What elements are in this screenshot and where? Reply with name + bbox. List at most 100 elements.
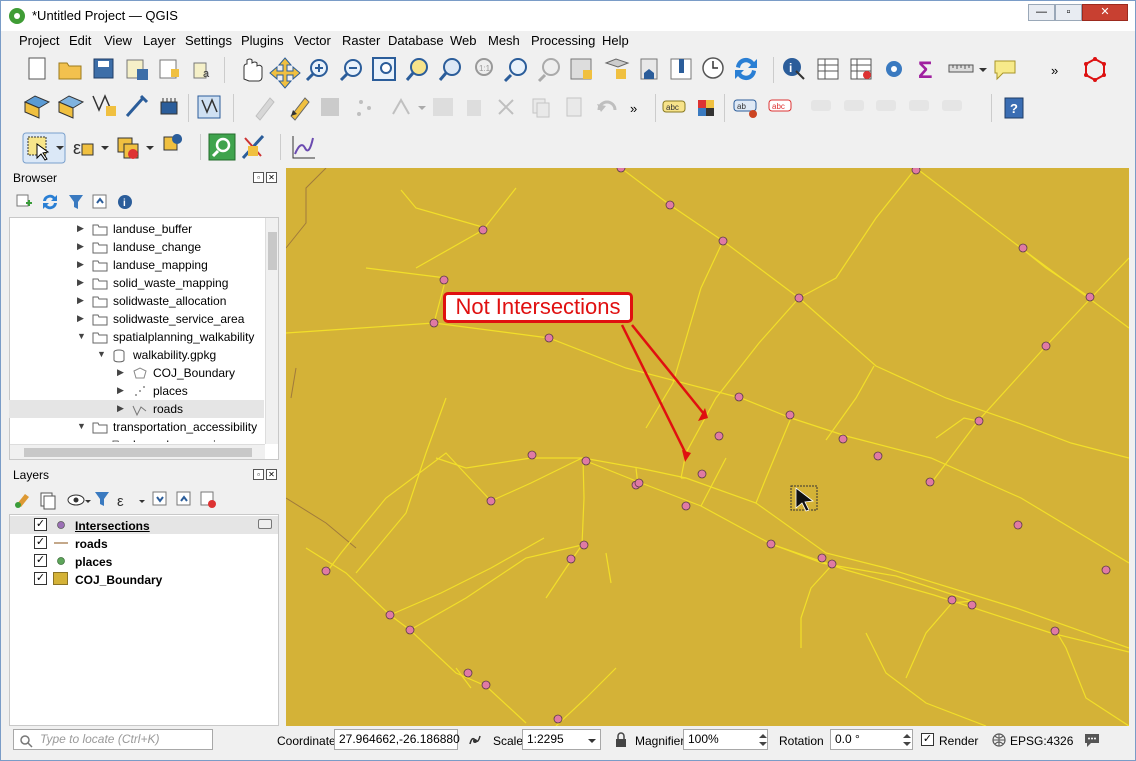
browser-float-button[interactable]: ▫ xyxy=(253,172,264,183)
layers-float-button[interactable]: ▫ xyxy=(253,469,264,480)
menu-project[interactable]: Project xyxy=(19,33,59,48)
layer-places-checkbox[interactable]: ✓ xyxy=(34,554,47,567)
layer-intersections-label[interactable]: Intersections xyxy=(75,519,150,537)
rotation-label: Rotation xyxy=(779,734,824,748)
collapsed-arrow-icon[interactable]: ▶ xyxy=(117,403,124,414)
close-button[interactable]: ✕ xyxy=(1082,4,1128,21)
collapsed-arrow-icon[interactable]: ▶ xyxy=(77,295,84,306)
layers-close-button[interactable]: ✕ xyxy=(266,469,277,480)
layer-boundary-label[interactable]: COJ_Boundary xyxy=(75,573,162,591)
browser-item-solid-waste-mapping[interactable]: ▶ solid_waste_mapping xyxy=(10,274,265,292)
crs-globe-icon[interactable] xyxy=(991,732,1007,748)
rotation-spinbox[interactable]: 0.0 ° xyxy=(830,729,913,750)
browser-item-roads[interactable]: ▶ roads xyxy=(10,400,265,418)
locator-input[interactable]: Type to locate (Ctrl+K) xyxy=(13,729,213,750)
zoom-out-icon xyxy=(339,59,362,82)
new-3d-map-icon xyxy=(604,58,630,79)
minimize-button[interactable]: — xyxy=(1028,4,1055,21)
browser-item-label: landuse_mapping xyxy=(113,258,208,272)
menu-view[interactable]: View xyxy=(104,33,132,48)
expanded-arrow-icon[interactable]: ▼ xyxy=(97,349,106,359)
collapsed-arrow-icon[interactable]: ▶ xyxy=(77,241,84,252)
locator-search-icon-small xyxy=(20,735,33,748)
browser-item-solidwaste-service-area[interactable]: ▶ solidwaste_service_area xyxy=(10,310,265,328)
coordinate-field[interactable]: 27.964662,-26.186880 xyxy=(334,729,460,750)
expanded-arrow-icon[interactable]: ▼ xyxy=(77,421,86,431)
map-canvas[interactable] xyxy=(286,168,1129,726)
menu-mesh[interactable]: Mesh xyxy=(488,33,520,48)
identify-features-icon: i xyxy=(783,58,805,80)
collapsed-arrow-icon[interactable]: ▶ xyxy=(77,313,84,324)
svg-text:ε: ε xyxy=(73,138,81,158)
menu-web[interactable]: Web xyxy=(450,33,477,48)
select-by-expression-icon: ε xyxy=(73,138,109,158)
browser-item-places[interactable]: ▶ places xyxy=(10,382,265,400)
browser-item-spatialplanning-walkability[interactable]: ▼ spatialplanning_walkability xyxy=(10,328,265,346)
browser-item-solidwaste-allocation[interactable]: ▶ solidwaste_allocation xyxy=(10,292,265,310)
browser-vscroll-thumb[interactable] xyxy=(268,232,277,270)
browser-hscrollbar[interactable] xyxy=(10,444,265,459)
browser-item-landuse-buffer[interactable]: ▶ landuse_buffer xyxy=(10,220,265,238)
zoom-to-layer-icon xyxy=(438,58,461,81)
layer-places-label[interactable]: places xyxy=(75,555,112,573)
show-bookmarks-icon xyxy=(670,58,692,80)
rotation-spin-arrows-icon[interactable] xyxy=(902,731,912,749)
collapsed-arrow-icon[interactable]: ▶ xyxy=(77,259,84,270)
menu-plugins[interactable]: Plugins xyxy=(241,33,284,48)
browser-vscrollbar[interactable] xyxy=(265,218,278,444)
add-group-icon xyxy=(40,492,56,510)
map-tips-icon xyxy=(994,60,1016,81)
geopackage-icon xyxy=(112,349,128,364)
menu-layer[interactable]: Layer xyxy=(143,33,176,48)
help-icon: ? xyxy=(1004,97,1024,119)
browser-item-landuse-change[interactable]: ▶ landuse_change xyxy=(10,238,265,256)
folder-icon xyxy=(92,421,108,436)
menu-edit[interactable]: Edit xyxy=(69,33,91,48)
status-bar: Type to locate (Ctrl+K) Coordinate 27.96… xyxy=(1,726,1135,756)
browser-item-label: COJ_Boundary xyxy=(153,366,236,380)
menu-help[interactable]: Help xyxy=(602,33,629,48)
label-toolbar-icon: abc xyxy=(662,100,686,113)
expanded-arrow-icon[interactable]: ▼ xyxy=(77,331,86,341)
filter-by-expression-icon: ε xyxy=(117,493,145,510)
statistics-sum-icon: Σ xyxy=(918,57,932,84)
collapsed-arrow-icon[interactable]: ▶ xyxy=(77,223,84,234)
scale-dropdown-icon[interactable] xyxy=(586,736,598,748)
maximize-button[interactable]: ▫ xyxy=(1055,4,1082,21)
layer-roads-label[interactable]: roads xyxy=(75,537,108,555)
folder-icon xyxy=(92,241,108,256)
polygon-layer-icon xyxy=(132,367,148,382)
layer-boundary-checkbox[interactable]: ✓ xyxy=(34,572,47,585)
toggle-extents-icon[interactable] xyxy=(467,732,483,748)
paste-features-icon xyxy=(566,97,582,117)
filter-browser-icon xyxy=(69,195,83,209)
collapsed-arrow-icon[interactable]: ▶ xyxy=(77,277,84,288)
browser-item-label: roads xyxy=(153,402,184,416)
browser-close-button[interactable]: ✕ xyxy=(266,172,277,183)
add-selected-layers-icon xyxy=(16,194,32,207)
layer-intersections-checkbox[interactable]: ✓ xyxy=(34,518,47,531)
browser-item-coj-boundary[interactable]: ▶ COJ_Boundary xyxy=(10,364,265,382)
annotation-arrows xyxy=(620,324,708,462)
menu-vector[interactable]: Vector xyxy=(294,33,331,48)
collapsed-arrow-icon[interactable]: ▶ xyxy=(117,367,124,378)
menu-raster[interactable]: Raster xyxy=(342,33,380,48)
layer-filter-indicator-icon[interactable] xyxy=(258,519,272,529)
browser-item-walkability-gpkg[interactable]: ▼ walkability.gpkg xyxy=(10,346,265,364)
browser-item-landuse-mapping[interactable]: ▶ landuse_mapping xyxy=(10,256,265,274)
lock-scale-icon[interactable] xyxy=(614,732,628,748)
menu-processing[interactable]: Processing xyxy=(531,33,595,48)
layer-roads-checkbox[interactable]: ✓ xyxy=(34,536,47,549)
browser-item-bangalore-geojson[interactable]: bangalore_geojson xyxy=(10,436,265,442)
zoom-last-icon xyxy=(503,58,527,83)
magnifier-spin-arrows-icon[interactable] xyxy=(758,731,768,749)
magnifier-spinbox[interactable]: 100% xyxy=(683,729,768,750)
menu-database[interactable]: Database xyxy=(388,33,444,48)
collapsed-arrow-icon[interactable]: ▶ xyxy=(117,385,124,396)
messages-icon[interactable] xyxy=(1083,732,1101,748)
browser-hscroll-thumb[interactable] xyxy=(24,448,252,457)
menu-settings[interactable]: Settings xyxy=(185,33,232,48)
crs-label[interactable]: EPSG:4326 xyxy=(1010,734,1073,748)
browser-item-transportation-accessibility[interactable]: ▼ transportation_accessibility xyxy=(10,418,265,436)
render-checkbox[interactable]: ✓ xyxy=(921,733,934,746)
